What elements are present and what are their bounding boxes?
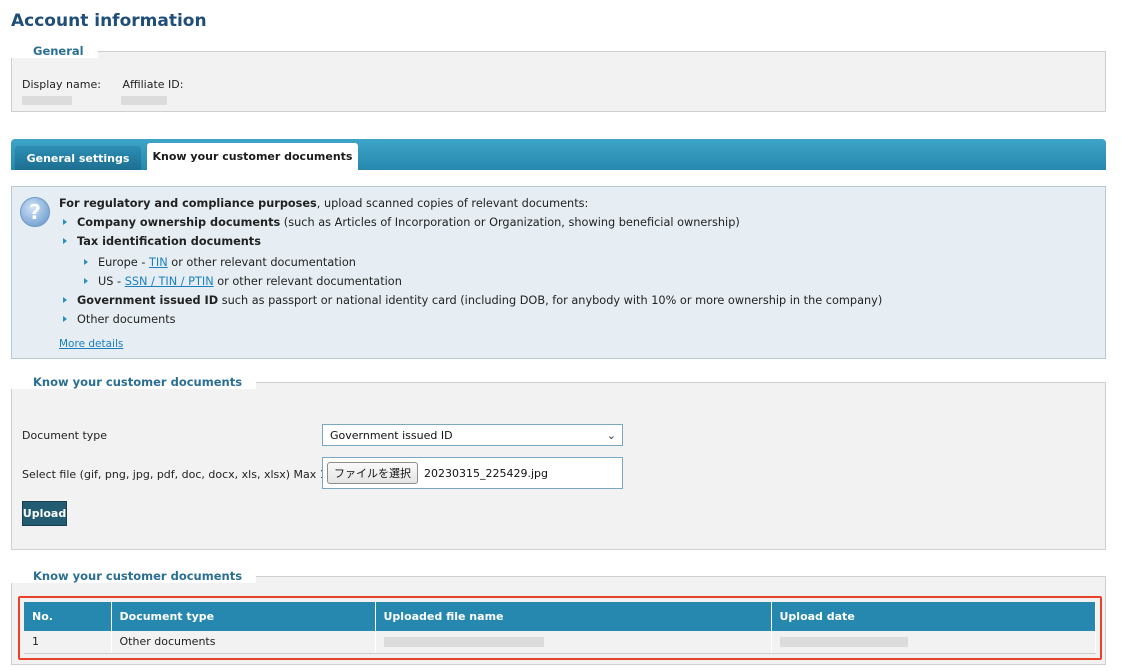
ssn-tin-ptin-link[interactable]: SSN / TIN / PTIN [125,275,214,288]
display-name-value [22,96,72,105]
display-name-label: Display name: [22,78,101,91]
upload-button[interactable]: Upload [22,501,67,526]
table-row: 1 Other documents [24,631,1096,654]
info-subitem-us: US - SSN / TIN / PTIN or other relevant … [84,275,402,288]
more-details-link[interactable]: More details [59,338,123,350]
documents-table-highlight: No. Document type Uploaded file name Upl… [18,596,1102,660]
file-input[interactable]: ファイルを選択 20230315_225429.jpg [322,457,623,489]
bullet-icon [84,278,88,284]
tab-bar: General settings Know your customer docu… [11,139,1106,170]
choose-file-button[interactable]: ファイルを選択 [327,462,418,484]
chevron-down-icon: ⌄ [606,429,616,442]
question-mark-circle-icon: ? [20,197,50,227]
bullet-icon [63,297,67,303]
row-document-type: Other documents [111,631,376,654]
general-legend: General [11,44,98,58]
row-file-name[interactable] [375,631,772,654]
info-item-tax: Tax identification documents [63,235,261,248]
table-header-row: No. Document type Uploaded file name Upl… [24,602,1096,631]
info-subitem-europe: Europe - TIN or other relevant documenta… [84,256,356,269]
bullet-icon [63,219,67,225]
info-item-other: Other documents [63,313,176,326]
bullet-icon [63,316,67,322]
info-box: ? For regulatory and compliance purposes… [11,186,1106,359]
tab-general-settings[interactable]: General settings [15,146,141,170]
selected-file-name: 20230315_225429.jpg [424,467,548,480]
column-header-upload-date: Upload date [771,602,1096,631]
info-item-ownership: Company ownership documents (such as Art… [63,216,740,229]
file-label: Select file (gif, png, jpg, pdf, doc, do… [22,468,355,481]
upload-legend: Know your customer documents [11,375,257,389]
documents-table: No. Document type Uploaded file name Upl… [24,602,1096,654]
documents-legend: Know your customer documents [11,569,257,583]
affiliate-id-value [121,96,167,105]
document-type-value: Government issued ID [330,429,453,442]
column-header-no: No. [24,602,112,631]
bullet-icon [84,259,88,265]
document-type-label: Document type [22,429,108,442]
general-section: General Display name: Affiliate ID: [11,44,1106,112]
tin-link[interactable]: TIN [149,256,168,269]
document-type-select[interactable]: Government issued ID ⌄ [322,424,623,446]
bullet-icon [63,238,67,244]
page-title: Account information [11,11,207,31]
row-upload-date [771,631,1096,654]
info-intro: For regulatory and compliance purposes, … [59,197,589,210]
info-item-gov-id: Government issued ID such as passport or… [63,294,882,307]
tab-kyc-documents[interactable]: Know your customer documents [147,143,358,170]
row-no: 1 [24,631,112,654]
column-header-document-type: Document type [111,602,376,631]
affiliate-id-label: Affiliate ID: [122,78,184,91]
column-header-file-name: Uploaded file name [375,602,772,631]
